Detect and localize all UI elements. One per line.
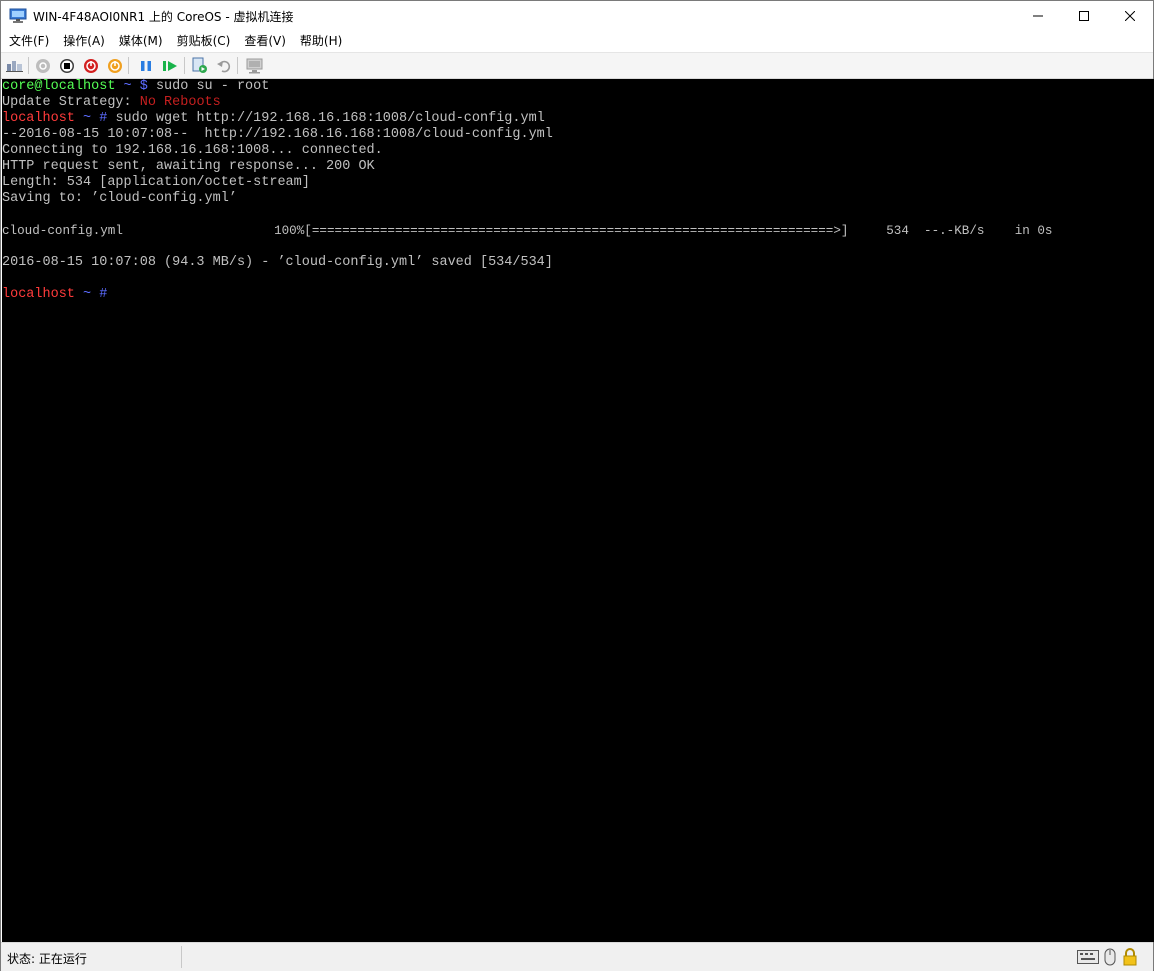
menu-file[interactable]: 文件(F) [1, 31, 56, 52]
vm-connection-icon [9, 8, 27, 24]
console-line: core@localhost ~ $ sudo su - root [2, 79, 269, 95]
start-icon[interactable] [34, 57, 51, 74]
vm-status-text: 状态: 正在运行 [7, 952, 87, 966]
prompt-symbol: # [99, 287, 108, 302]
console-line: localhost ~ # [2, 287, 107, 303]
pause-icon[interactable] [137, 57, 154, 74]
save-icon[interactable] [106, 57, 123, 74]
command-text: sudo su - root [147, 79, 270, 94]
revert-icon[interactable] [215, 57, 232, 74]
shutdown-icon[interactable] [82, 57, 99, 74]
toolbar [1, 53, 1153, 79]
download-progress-line: cloud-config.yml 100%[==================… [2, 224, 1053, 238]
console-line: localhost ~ # sudo wget http://192.168.1… [2, 111, 545, 127]
enhanced-session-icon[interactable] [246, 57, 263, 74]
console-line: 2016-08-15 10:07:08 (94.3 MB/s) - ’cloud… [2, 255, 553, 270]
menu-view[interactable]: 查看(V) [237, 31, 293, 52]
prompt-host: localhost [2, 287, 75, 302]
prompt-cwd: ~ [115, 79, 140, 94]
prompt-user-host: core@localhost [2, 79, 116, 94]
keyboard-icon [1077, 948, 1099, 966]
console-line: Connecting to 192.168.16.168:1008... con… [2, 143, 383, 158]
mouse-icon [1103, 948, 1117, 966]
status-separator [181, 946, 182, 968]
console-line: Saving to: ’cloud-config.yml’ [2, 191, 237, 206]
console-line: Length: 534 [application/octet-stream] [2, 175, 310, 190]
turn-off-icon[interactable] [58, 57, 75, 74]
command-text: sudo wget http://192.168.16.168:1008/clo… [107, 111, 545, 126]
menu-bar: 文件(F) 操作(A) 媒体(M) 剪贴板(C) 查看(V) 帮助(H) [1, 31, 1153, 53]
console-line: HTTP request sent, awaiting response... … [2, 159, 375, 174]
vm-connection-window: WIN-4F48AOI0NR1 上的 CoreOS - 虚拟机连接 文件(F) … [0, 0, 1154, 971]
minimize-button[interactable] [1015, 1, 1061, 31]
toolbar-separator [28, 57, 29, 74]
prompt-host: localhost [2, 111, 75, 126]
status-bar: 状态: 正在运行 [1, 942, 1153, 971]
close-button[interactable] [1107, 1, 1153, 31]
update-strategy-label: Update Strategy: [2, 95, 140, 110]
window-title: WIN-4F48AOI0NR1 上的 CoreOS - 虚拟机连接 [33, 10, 294, 24]
lock-icon [1121, 948, 1139, 966]
menu-clipboard[interactable]: 剪贴板(C) [170, 31, 238, 52]
title-bar[interactable]: WIN-4F48AOI0NR1 上的 CoreOS - 虚拟机连接 [1, 1, 1153, 31]
toolbar-separator [184, 57, 185, 74]
resume-icon[interactable] [161, 57, 178, 74]
menu-help[interactable]: 帮助(H) [293, 31, 349, 52]
checkpoint-icon[interactable] [191, 57, 208, 74]
menu-media[interactable]: 媒体(M) [112, 31, 170, 52]
prompt-cwd: ~ [74, 287, 100, 302]
prompt-cwd: ~ [74, 111, 100, 126]
maximize-button[interactable] [1061, 1, 1107, 31]
toolbar-separator [237, 57, 238, 74]
console-line: Update Strategy: No Reboots [2, 95, 221, 111]
update-strategy-value: No Reboots [139, 95, 221, 110]
ctrl-alt-del-icon[interactable] [6, 57, 23, 74]
vm-console-screen[interactable]: core@localhost ~ $ sudo su - root Update… [2, 79, 1154, 942]
menu-action[interactable]: 操作(A) [56, 31, 112, 52]
console-line: --2016-08-15 10:07:08-- http://192.168.1… [2, 127, 553, 142]
prompt-symbol: $ [139, 79, 148, 94]
toolbar-separator [128, 57, 129, 74]
